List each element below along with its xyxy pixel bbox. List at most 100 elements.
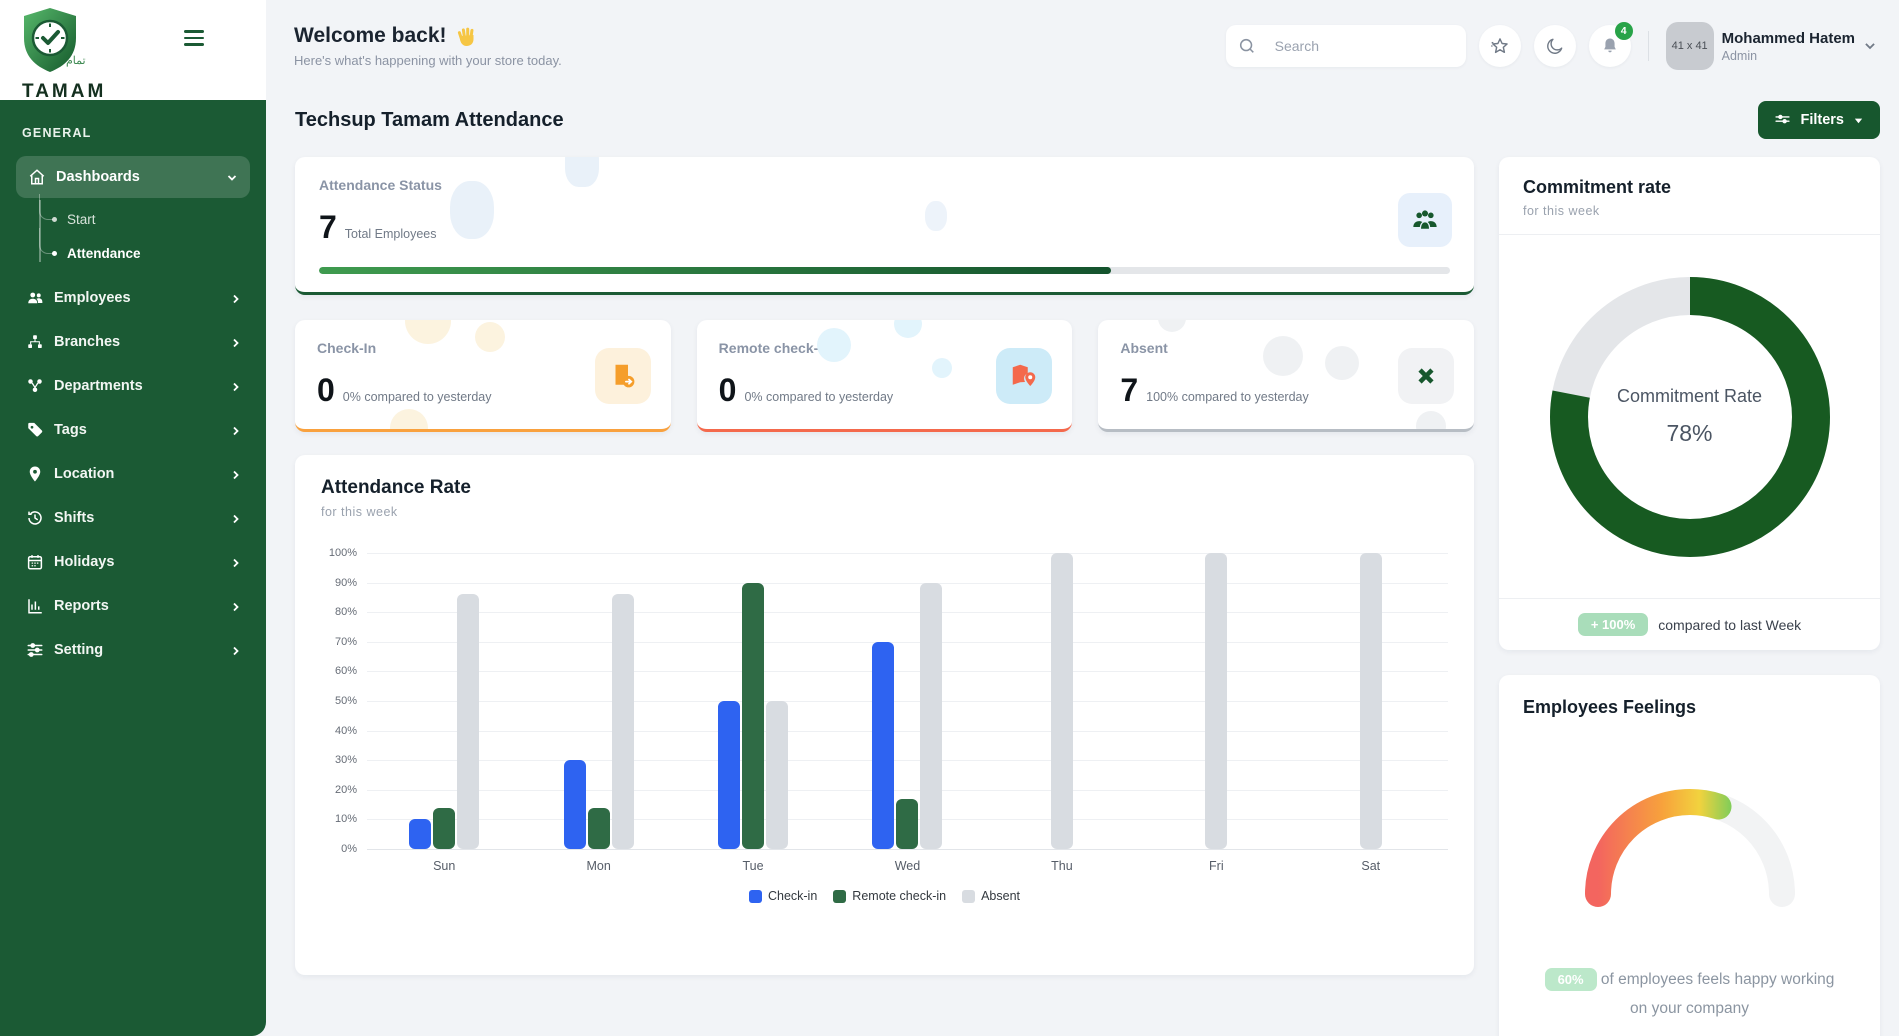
- sidebar-item-employees[interactable]: Employees: [16, 276, 250, 320]
- notifications-button[interactable]: 4: [1589, 25, 1631, 67]
- sidebar-item-holidays[interactable]: Holidays: [16, 540, 250, 584]
- x-axis-label: Wed: [830, 859, 984, 873]
- bullet-icon: [52, 217, 57, 222]
- app-window: تمام TAMAM GENERAL Dashboards: [0, 0, 1899, 1036]
- bar-check-in-sun: [409, 819, 431, 849]
- y-axis-tick: 60%: [335, 665, 357, 677]
- decorative-bubble: [390, 409, 428, 432]
- donut-center-label: Commitment Rate: [1617, 386, 1762, 407]
- right-column: Commitment rate for this week Commitment…: [1499, 157, 1880, 1036]
- sidebar-item-departments[interactable]: Departments: [16, 364, 250, 408]
- sidebar-item-setting[interactable]: Setting: [16, 628, 250, 672]
- filters-label: Filters: [1800, 112, 1844, 128]
- sidebar-item-reports[interactable]: Reports: [16, 584, 250, 628]
- status-label: Attendance Status: [319, 177, 1450, 193]
- y-axis-tick: 40%: [335, 725, 357, 737]
- user-menu[interactable]: 41 x 41 Mohammed Hatem Admin: [1666, 22, 1877, 70]
- sidebar-item-location[interactable]: Location: [16, 452, 250, 496]
- legend-item-absent[interactable]: Absent: [962, 889, 1020, 903]
- legend-item-remote-check-in[interactable]: Remote check-in: [833, 889, 946, 903]
- chart-legend: Check-in Remote check-in Absent: [321, 889, 1448, 903]
- header-actions: 4 41 x 41 Mohammed Hatem Admin: [1226, 22, 1877, 70]
- bar-check-in-mon: [564, 760, 586, 849]
- sidebar: تمام TAMAM GENERAL Dashboards: [0, 0, 266, 1036]
- waving-hand-emoji: [456, 25, 476, 47]
- sidebar-item-attendance[interactable]: Attendance: [52, 236, 250, 270]
- attendance-progress-fill: [319, 267, 1111, 274]
- search-input[interactable]: [1275, 38, 1456, 54]
- check-in-card: Check-In 0 0% compared to yesterday: [295, 320, 671, 432]
- legend-item-check-in[interactable]: Check-in: [749, 889, 817, 903]
- feelings-footer: 60% of employees feels happy working on …: [1523, 966, 1856, 1023]
- bar-absent-thu: [1051, 553, 1073, 849]
- filters-button[interactable]: Filters: [1758, 101, 1880, 139]
- bar-remote-check-in-sun: [433, 808, 455, 849]
- stat-value: 0: [317, 372, 335, 409]
- stat-compare: 0% compared to yesterday: [343, 390, 492, 404]
- map-pin-icon: [26, 465, 44, 483]
- y-axis-tick: 80%: [335, 606, 357, 618]
- stat-value: 0: [719, 372, 737, 409]
- moon-icon: [1545, 36, 1565, 56]
- legend-swatch: [749, 890, 762, 903]
- bar-absent-fri: [1205, 553, 1227, 849]
- bar-absent-sat: [1360, 553, 1382, 849]
- feelings-percent-badge: 60%: [1545, 968, 1597, 991]
- decorative-bubble: [1158, 320, 1186, 332]
- absent-card: Absent 7 100% compared to yesterday: [1098, 320, 1474, 432]
- commitment-footer-text: compared to last Week: [1658, 617, 1801, 633]
- x-axis-label: Fri: [1139, 859, 1293, 873]
- feelings-title: Employees Feelings: [1523, 697, 1856, 718]
- donut-center-labels: Commitment Rate 78%: [1545, 272, 1835, 562]
- x-axis-label: Thu: [985, 859, 1139, 873]
- commitment-title: Commitment rate: [1523, 177, 1856, 198]
- sidebar-item-start[interactable]: Start: [52, 202, 250, 236]
- tamam-logo[interactable]: تمام TAMAM: [20, 6, 150, 103]
- chevron-down-icon: [226, 171, 238, 183]
- x-axis-label: Mon: [521, 859, 675, 873]
- bar-absent-wed: [920, 583, 942, 849]
- sliders-icon: [26, 641, 44, 659]
- legend-label: Check-in: [768, 889, 817, 903]
- sidebar-item-shifts[interactable]: Shifts: [16, 496, 250, 540]
- y-axis-tick: 20%: [335, 784, 357, 796]
- sidebar-item-label: Employees: [54, 290, 220, 306]
- legend-swatch: [962, 890, 975, 903]
- sidebar-item-tags[interactable]: Tags: [16, 408, 250, 452]
- sidebar-toggle-button[interactable]: [184, 30, 204, 46]
- sidebar-item-label: Reports: [54, 598, 220, 614]
- gridline: [367, 849, 1448, 850]
- sidebar-item-dashboards[interactable]: Dashboards: [16, 156, 250, 198]
- calendar-icon: [26, 553, 44, 571]
- legend-label: Absent: [981, 889, 1020, 903]
- welcome-subtitle: Here's what's happening with your store …: [294, 53, 562, 68]
- bar-chart: 100%90%80%70%60%50%40%30%20%10%0%: [321, 553, 1448, 849]
- nav-section-label: GENERAL: [22, 126, 250, 140]
- favorites-button[interactable]: [1479, 25, 1521, 67]
- chart-title: Attendance Rate: [321, 477, 1448, 499]
- dashboards-submenu: Start Attendance: [16, 202, 250, 270]
- bar-check-in-wed: [872, 642, 894, 849]
- avatar: 41 x 41: [1666, 22, 1714, 70]
- stat-compare: 100% compared to yesterday: [1146, 390, 1309, 404]
- bar-group-wed: [830, 553, 984, 849]
- stat-cards-row: Check-In 0 0% compared to yesterday: [295, 320, 1474, 432]
- history-clock-icon: [26, 509, 44, 527]
- bar-remote-check-in-tue: [742, 583, 764, 849]
- sidebar-item-branches[interactable]: Branches: [16, 320, 250, 364]
- stat-compare: 0% compared to yesterday: [744, 390, 893, 404]
- chevron-right-icon: [230, 380, 242, 392]
- chevron-right-icon: [230, 600, 242, 612]
- commitment-card-footer: + 100% compared to last Week: [1499, 598, 1880, 650]
- legend-label: Remote check-in: [852, 889, 946, 903]
- bar-check-in-tue: [718, 701, 740, 849]
- employees-group-icon: [1411, 206, 1439, 234]
- attendance-progress-track: [319, 267, 1450, 274]
- dark-mode-button[interactable]: [1534, 25, 1576, 67]
- bar-group-sat: [1294, 553, 1448, 849]
- bar-chart-plot: [367, 553, 1448, 849]
- filter-sliders-icon: [1774, 112, 1791, 129]
- sidebar-item-label: Branches: [54, 334, 220, 350]
- page-title: Techsup Tamam Attendance: [295, 109, 564, 132]
- sidebar-item-label: Departments: [54, 378, 220, 394]
